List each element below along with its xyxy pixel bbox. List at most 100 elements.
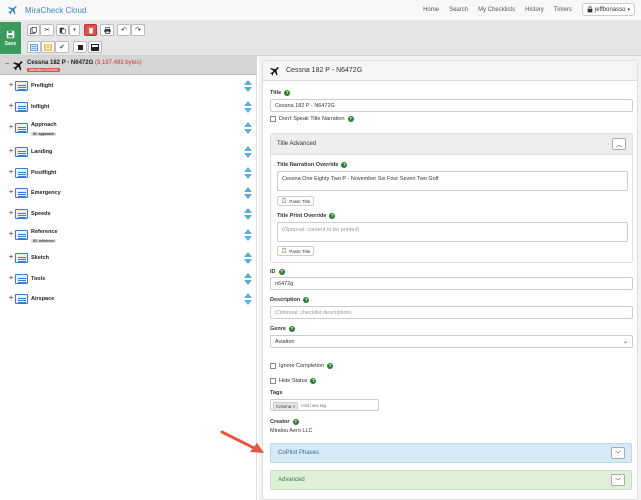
move-down-icon[interactable] <box>244 87 252 92</box>
paste-title-button-2[interactable]: 📋 Paste Title <box>277 246 315 256</box>
tree-item[interactable]: + Preflight <box>0 78 257 96</box>
note-view-button[interactable] <box>41 41 55 53</box>
checkbox-box[interactable] <box>270 378 276 384</box>
reorder-handle[interactable] <box>244 122 252 136</box>
move-up-icon[interactable] <box>244 167 252 172</box>
expand-icon[interactable]: + <box>9 169 13 176</box>
reorder-handle[interactable] <box>244 252 252 266</box>
stop-button[interactable] <box>73 41 87 53</box>
move-down-icon[interactable] <box>244 153 252 158</box>
save-button[interactable]: Save <box>0 22 21 54</box>
help-icon[interactable]: ? <box>329 213 336 219</box>
check-view-button[interactable]: ✔ <box>55 41 69 53</box>
title-advanced-header[interactable]: Title Advanced ︿ <box>271 134 632 155</box>
expand-icon[interactable]: + <box>9 210 13 217</box>
reorder-handle[interactable] <box>244 229 252 243</box>
remove-tag-icon[interactable]: × <box>293 404 296 409</box>
move-up-icon[interactable] <box>244 293 252 298</box>
help-icon[interactable]: ? <box>303 297 310 303</box>
move-up-icon[interactable] <box>244 187 252 192</box>
expand-icon[interactable]: + <box>9 103 13 110</box>
move-down-icon[interactable] <box>244 129 252 134</box>
copy-button[interactable] <box>27 24 40 36</box>
tree-item[interactable]: + Airspace <box>0 291 257 309</box>
tree-item[interactable]: + Sketch <box>0 250 257 268</box>
print-override-textarea[interactable]: (Optional: content to be printed) <box>277 222 628 242</box>
tree-item[interactable]: + Postflight <box>0 165 257 183</box>
expand-icon[interactable]: + <box>9 275 13 282</box>
genre-select[interactable]: Aviation ⌄ <box>270 335 633 348</box>
tree-item[interactable]: + Landing <box>0 144 257 162</box>
brand[interactable]: MiraCheck Cloud <box>7 4 86 16</box>
copilot-phases-header[interactable]: CoPilot Phases ﹀ <box>270 443 632 463</box>
hide-status-checkbox[interactable]: Hide Status ? <box>270 378 317 384</box>
move-down-icon[interactable] <box>244 174 252 179</box>
reorder-handle[interactable] <box>244 293 252 307</box>
help-icon[interactable]: ? <box>292 419 299 425</box>
checkbox-box[interactable] <box>270 363 276 369</box>
nav-history[interactable]: History <box>525 7 544 13</box>
narration-override-textarea[interactable]: Cessna One Eighty Two P - November Six F… <box>277 171 628 191</box>
expand-icon[interactable]: + <box>9 124 13 131</box>
tree-item[interactable]: + Tools <box>0 271 257 289</box>
move-up-icon[interactable] <box>244 80 252 85</box>
help-icon[interactable]: ? <box>284 90 291 96</box>
reorder-handle[interactable] <box>244 208 252 222</box>
tree-item[interactable]: + Emergency <box>0 185 257 203</box>
tree-item[interactable]: + Inflight <box>0 99 257 117</box>
move-up-icon[interactable] <box>244 208 252 213</box>
reorder-handle[interactable] <box>244 101 252 115</box>
move-down-icon[interactable] <box>244 259 252 264</box>
user-menu-button[interactable]: jeffbonasso ▾ <box>581 3 635 16</box>
help-icon[interactable]: ? <box>278 269 285 275</box>
help-icon[interactable]: ? <box>288 326 295 332</box>
paste-button[interactable] <box>56 24 69 36</box>
tree-item[interactable]: + Speeds <box>0 206 257 224</box>
expand-icon[interactable]: + <box>9 231 13 238</box>
move-down-icon[interactable] <box>244 300 252 305</box>
nav-timers[interactable]: Timers <box>554 7 572 13</box>
move-down-icon[interactable] <box>244 280 252 285</box>
expand-copilot-button[interactable]: ﹀ <box>611 447 625 459</box>
move-up-icon[interactable] <box>244 273 252 278</box>
paste-dropdown-button[interactable]: ▾ <box>69 24 80 36</box>
ignore-completion-checkbox[interactable]: Ignore Completion ? <box>270 363 333 369</box>
help-icon[interactable]: ? <box>326 363 333 369</box>
tree-item[interactable]: + Approach ID: approach <box>0 120 257 138</box>
nav-home[interactable]: Home <box>423 7 439 13</box>
minimize-button[interactable] <box>88 41 102 53</box>
tags-input[interactable]: Cessna × Add new tag <box>270 399 379 411</box>
list-view-button[interactable] <box>27 41 41 53</box>
help-icon[interactable]: ? <box>310 378 317 384</box>
collapse-button[interactable]: ︿ <box>612 138 626 150</box>
move-down-icon[interactable] <box>244 108 252 113</box>
checkbox-box[interactable] <box>270 116 276 122</box>
expand-icon[interactable]: + <box>9 254 13 261</box>
id-input[interactable]: n6472g <box>270 277 633 290</box>
expand-icon[interactable]: + <box>9 295 13 302</box>
move-down-icon[interactable] <box>244 236 252 241</box>
help-icon[interactable]: ? <box>347 116 354 122</box>
dont-speak-checkbox[interactable]: Don't Speak Title Narration ? <box>270 116 354 122</box>
delete-button[interactable] <box>84 24 97 36</box>
description-input[interactable]: (Optional: checklist description) <box>270 306 633 319</box>
move-down-icon[interactable] <box>244 215 252 220</box>
reorder-handle[interactable] <box>244 80 252 94</box>
title-input[interactable]: Cessna 182 P - N6472G <box>270 99 633 112</box>
reorder-handle[interactable] <box>244 273 252 287</box>
reorder-handle[interactable] <box>244 187 252 201</box>
help-icon[interactable]: ? <box>341 162 348 168</box>
collapse-icon[interactable]: − <box>5 61 9 68</box>
move-up-icon[interactable] <box>244 101 252 106</box>
nav-search[interactable]: Search <box>449 7 468 13</box>
expand-advanced-button[interactable]: ﹀ <box>611 474 625 486</box>
redo-button[interactable]: ↷ <box>131 24 145 36</box>
advanced-header[interactable]: Advanced ﹀ <box>270 470 632 490</box>
tag-input-placeholder[interactable]: Add new tag <box>301 403 326 408</box>
nav-my-checklists[interactable]: My Checklists <box>478 7 515 13</box>
move-up-icon[interactable] <box>244 252 252 257</box>
tree-root[interactable]: − Cessna 182 P - N6472G (3,197,483 bytes… <box>0 56 257 75</box>
undo-button[interactable]: ↶ <box>117 24 131 36</box>
move-up-icon[interactable] <box>244 122 252 127</box>
move-up-icon[interactable] <box>244 229 252 234</box>
